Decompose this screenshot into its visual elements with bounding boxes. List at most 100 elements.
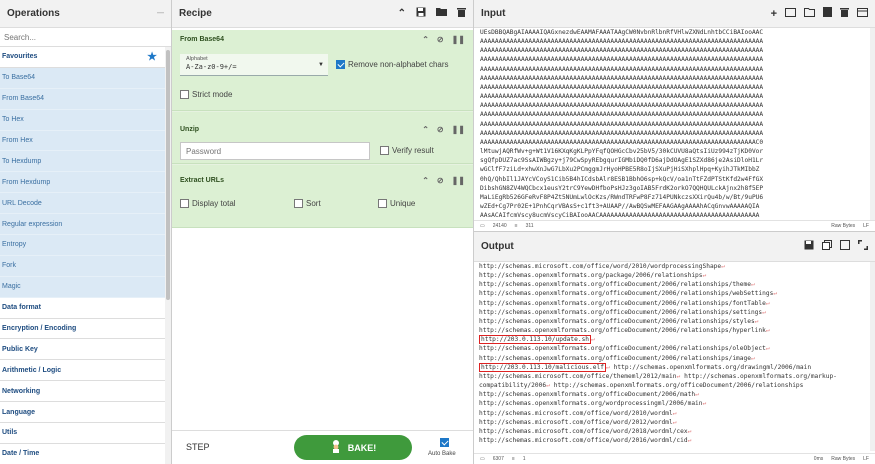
category-item[interactable]: Arithmetic / Logic [0,360,171,382]
op-extract-urls[interactable]: Extract URLs ⌃ ⊘ ❚❚ Display total Sort U… [172,164,473,228]
category-item[interactable]: Date / Time [0,443,171,464]
operation-item[interactable]: To Base64 [0,67,171,89]
strict-mode-checkbox[interactable] [180,90,189,99]
category-item[interactable]: Data format [0,297,171,319]
save-icon[interactable] [416,7,426,20]
newline-icon: ↵ [702,272,707,280]
newline-icon: ↵ [546,382,550,390]
input-encoding[interactable]: Raw Bytes [831,223,855,229]
disable-icon[interactable]: ⊘ [437,125,444,134]
input-line: 0hQ/QhbIl1JAYcVCoyS1Cib5B4hICdsbAlr8ESB1… [480,175,764,183]
category-item[interactable]: Public Key [0,339,171,361]
output-line: http://schemas.openxmlformats.org/office… [479,344,867,353]
star-icon[interactable]: ★ [147,50,157,63]
category-item[interactable]: Networking [0,381,171,403]
open-file-icon[interactable] [823,7,832,20]
url-text: http://schemas.openxmlformats.org/office… [479,281,751,289]
disable-icon[interactable]: ⊘ [437,35,444,44]
save-icon[interactable] [804,240,814,253]
verify-result-checkbox[interactable] [380,146,389,155]
input-line: AAAAAAAAAAAAAAAAAAAAAAAAAAAAAAAAAAAAAAAA… [480,83,764,91]
operation-item[interactable]: Magic [0,276,171,298]
chevron-up-icon[interactable]: ⌃ [398,8,406,19]
disable-icon[interactable]: ⊘ [437,176,444,185]
lines-icon: ≡ [514,223,518,229]
step-button[interactable]: STEP [186,442,210,452]
chevron-up-icon[interactable]: ⌃ [422,176,429,185]
chevron-up-icon[interactable]: ⌃ [422,125,429,134]
copy-icon[interactable] [822,240,832,253]
input-length: 24140 [492,223,507,229]
url-text: http://schemas.microsoft.com/office/word… [479,263,722,270]
input-textarea[interactable]: UEsDBBQABgAIAAAAIQAGxnezdwEAAMAFAAATAAgC… [480,28,868,220]
output-encoding[interactable]: Raw Bytes [831,456,855,462]
operation-item[interactable]: To Hex [0,109,171,131]
bake-button[interactable]: BAKE! [294,435,412,460]
output-line: http://schemas.openxmlformats.org/office… [479,299,867,308]
password-input[interactable] [181,143,369,159]
pause-icon[interactable]: ❚❚ [452,176,465,185]
operation-item[interactable]: From Hexdump [0,172,171,194]
output-textarea[interactable]: http://schemas.microsoft.com/office/word… [479,262,867,451]
folder-icon[interactable] [804,7,815,20]
operation-item[interactable]: Fork [0,255,171,277]
layout-icon[interactable] [857,7,868,20]
maximize-icon[interactable] [858,240,868,253]
dropdown-arrow-icon[interactable]: ▼ [318,62,324,68]
folder-icon[interactable] [436,7,447,20]
collapse-icon[interactable]: — [157,10,164,17]
pause-icon[interactable]: ❚❚ [452,35,465,44]
url-text: http://schemas.openxmlformats.org/markup… [684,372,837,380]
alphabet-select[interactable]: Alphabet A-Za-z0-9+/= ▼ [180,54,328,76]
plus-icon[interactable]: + [771,8,777,20]
input-scrollbar[interactable] [870,28,875,220]
operation-item[interactable]: Regular expression [0,214,171,236]
output-line: http://schemas.openxmlformats.org/office… [479,326,867,335]
output-line: http://schemas.openxmlformats.org/office… [479,390,867,399]
display-total-checkbox[interactable] [180,199,189,208]
recipe-header: Recipe ⌃ [172,0,473,28]
newline-icon: ↵ [702,400,707,408]
newline-icon: ↵ [695,391,699,399]
url-text: http://schemas.microsoft.com/office/word… [479,418,673,426]
trash-icon[interactable] [457,7,466,20]
operation-item[interactable]: To Hexdump [0,151,171,173]
newline-icon: ↵ [765,327,770,335]
operations-title: Operations [7,8,60,19]
category-item[interactable]: Language [0,402,171,424]
operation-item[interactable]: URL Decode [0,193,171,215]
output-eol[interactable]: LF [863,456,869,462]
input-pane: Input + UEsDBBQABgAIAAAAIQAGxnezdwEAAMAF… [474,0,875,232]
chevron-up-icon[interactable]: ⌃ [422,35,429,44]
input-line: UEsDBBQABgAIAAAAIQAGxnezdwEAAMAFAAATAAgC… [480,29,764,36]
input-eol[interactable]: LF [863,223,869,229]
op-unzip[interactable]: Unzip ⌃ ⊘ ❚❚ Verify result [172,111,473,164]
remove-nonalphabet-checkbox[interactable] [336,60,345,69]
new-tab-icon[interactable] [785,7,796,20]
replace-input-icon[interactable] [840,240,850,253]
pause-icon[interactable]: ❚❚ [452,125,465,134]
operation-item[interactable]: Entropy [0,235,171,256]
favourites-label: Favourites [2,53,38,61]
auto-bake-checkbox[interactable] [440,438,449,447]
category-item[interactable]: Utils [0,423,171,444]
url-text: http://schemas.openxmlformats.org/wordpr… [479,400,703,408]
favourites-category[interactable]: Favourites ★ [0,47,171,68]
search-input[interactable] [4,32,167,42]
category-item[interactable]: Encryption / Encoding [0,318,171,340]
operation-item[interactable]: From Hex [0,130,171,152]
output-scrollbar[interactable] [870,262,875,451]
operations-scroll-thumb[interactable] [166,50,170,300]
highlighted-url: http://203.0.113.10/malicious.elf [479,362,606,372]
operations-panel: Operations — Favourites ★ To Base64From … [0,0,172,464]
unique-checkbox[interactable] [378,199,387,208]
input-line: sgQfpDUZ7ac9SsAIWBgzy+j79CwSpyREbgqurIGM… [480,157,764,165]
chef-icon [330,440,342,455]
url-text: http://schemas.openxmlformats.org/packag… [479,272,703,280]
trash-icon[interactable] [840,7,849,20]
sort-checkbox[interactable] [294,199,303,208]
password-field[interactable] [180,142,370,160]
operation-item[interactable]: From Base64 [0,88,171,110]
output-line: http://203.0.113.10/update.sh ↵ [479,335,867,345]
op-from-base64[interactable]: From Base64 ⌃ ⊘ ❚❚ Alphabet A-Za-z0-9+/=… [172,30,473,111]
